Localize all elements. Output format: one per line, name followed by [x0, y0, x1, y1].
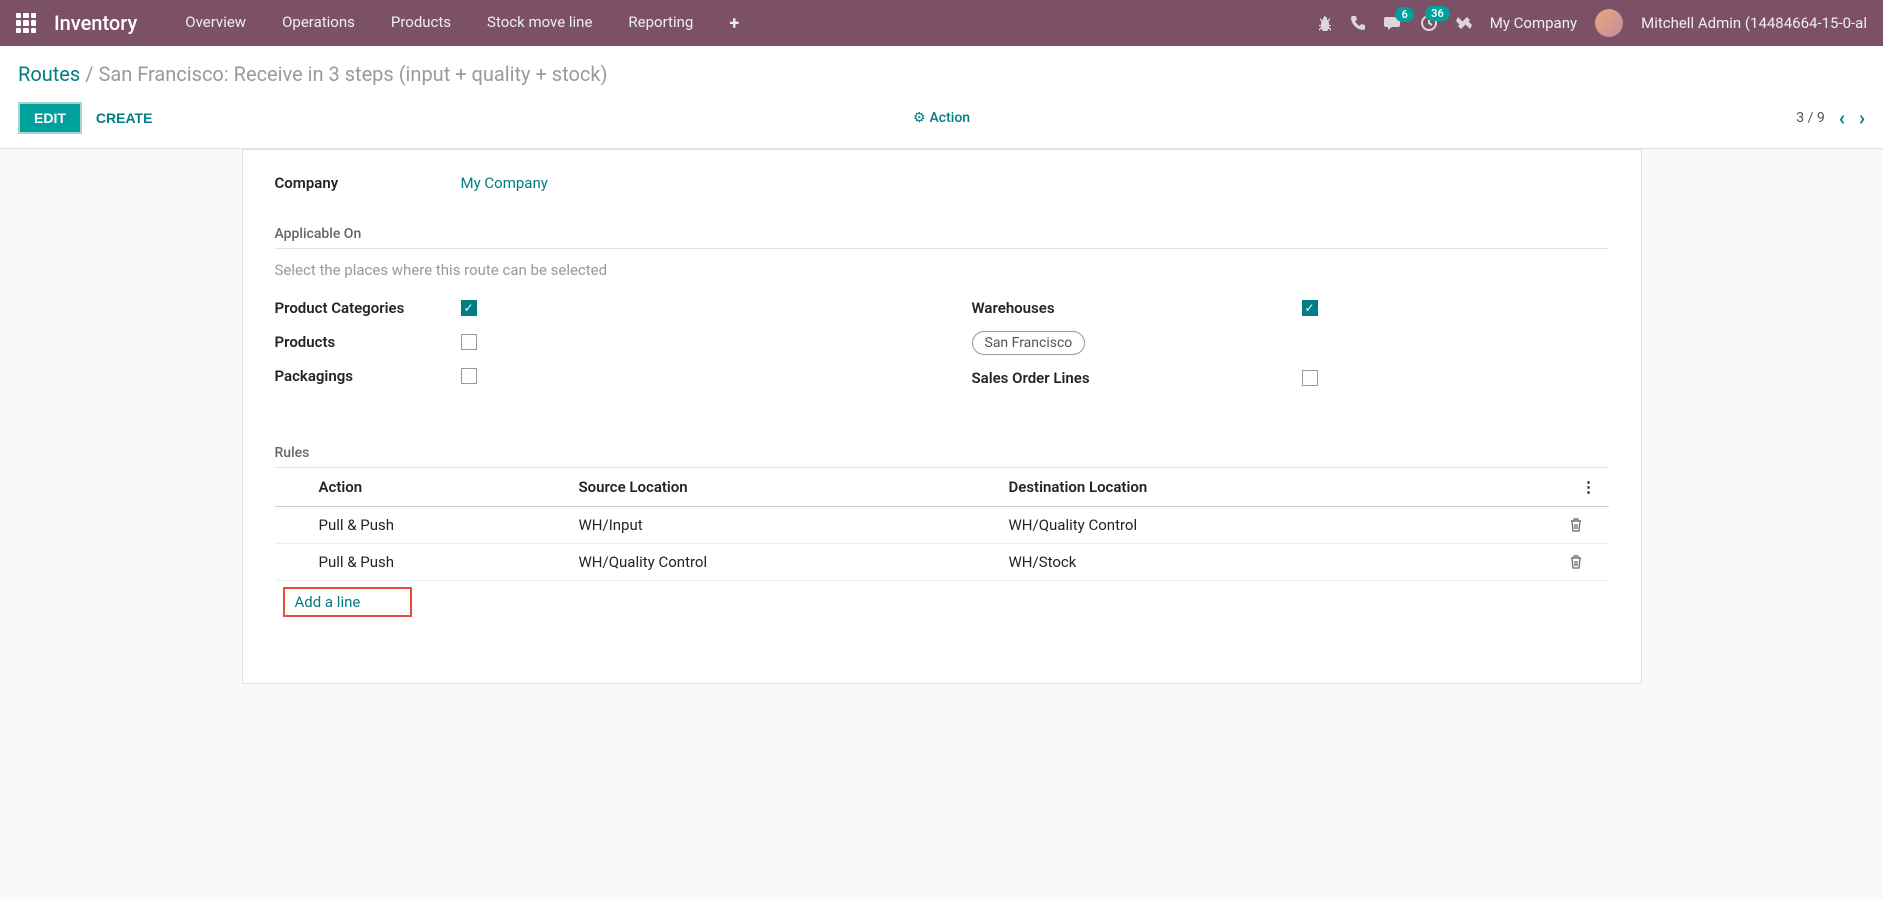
- add-line-wrap: Add a line: [275, 581, 1609, 623]
- row-delete[interactable]: [1569, 517, 1609, 533]
- breadcrumb-current: San Francisco: Receive in 3 steps (input…: [98, 62, 607, 86]
- pager-next[interactable]: ›: [1859, 106, 1865, 130]
- trash-icon: [1569, 517, 1583, 533]
- messages-badge: 6: [1395, 7, 1413, 22]
- applicable-right: Warehouses ✓ San Francisco Sales Order L…: [972, 291, 1609, 395]
- products-row: Products: [275, 325, 912, 359]
- table-row[interactable]: Pull & Push WH/Input WH/Quality Control: [275, 507, 1609, 544]
- avatar[interactable]: [1595, 9, 1623, 37]
- row-action: Pull & Push: [319, 516, 579, 534]
- rules-title: Rules: [275, 423, 1609, 468]
- bug-icon[interactable]: [1316, 15, 1332, 31]
- applicable-on-grid: Product Categories ✓ Products Packagings…: [275, 291, 1609, 395]
- action-label: Action: [930, 110, 971, 126]
- warehouses-checkbox[interactable]: ✓: [1302, 300, 1318, 316]
- row-dest: WH/Quality Control: [1009, 516, 1569, 534]
- topbar: Inventory Overview Operations Products S…: [0, 0, 1883, 46]
- form-sheet: Company My Company Applicable On Select …: [242, 149, 1642, 684]
- row-delete[interactable]: [1569, 554, 1609, 570]
- packagings-row: Packagings: [275, 359, 912, 393]
- row-source: WH/Input: [579, 516, 1009, 534]
- sales-order-lines-label: Sales Order Lines: [972, 369, 1302, 387]
- topbar-right: 6 36 My Company Mitchell Admin (14484664…: [1316, 9, 1867, 37]
- nav-products[interactable]: Products: [373, 13, 469, 34]
- rules-header-dest: Destination Location: [1009, 478, 1569, 496]
- rules-header-options[interactable]: ⋮: [1569, 478, 1609, 496]
- row-action: Pull & Push: [319, 553, 579, 571]
- applicable-on-note: Select the places where this route can b…: [275, 249, 1609, 291]
- activity-icon[interactable]: 36: [1420, 14, 1438, 32]
- warehouse-tag[interactable]: San Francisco: [972, 331, 1086, 355]
- add-line-link[interactable]: Add a line: [295, 593, 361, 611]
- gear-icon: [913, 110, 926, 126]
- table-row[interactable]: Pull & Push WH/Quality Control WH/Stock: [275, 544, 1609, 581]
- trash-icon: [1569, 554, 1583, 570]
- product-categories-checkbox[interactable]: ✓: [461, 300, 477, 316]
- products-checkbox[interactable]: [461, 334, 477, 350]
- product-categories-label: Product Categories: [275, 299, 461, 317]
- app-title[interactable]: Inventory: [54, 11, 137, 35]
- action-dropdown[interactable]: Action: [913, 110, 970, 126]
- add-line-highlight: Add a line: [283, 587, 413, 617]
- packagings-label: Packagings: [275, 367, 461, 385]
- nav-operations[interactable]: Operations: [264, 13, 373, 34]
- company-value[interactable]: My Company: [461, 174, 548, 192]
- nav-add[interactable]: +: [711, 13, 757, 34]
- rules-header-action: Action: [319, 478, 579, 496]
- company-row: Company My Company: [275, 150, 1609, 204]
- nav-items: Overview Operations Products Stock move …: [167, 13, 757, 34]
- pager: 3 / 9 ‹ ›: [1796, 106, 1865, 130]
- company-selector[interactable]: My Company: [1490, 14, 1577, 32]
- apps-icon[interactable]: [16, 13, 36, 33]
- activity-badge: 36: [1425, 6, 1450, 21]
- breadcrumb-bar: Routes / San Francisco: Receive in 3 ste…: [0, 46, 1883, 94]
- edit-button[interactable]: EDIT: [18, 102, 82, 134]
- topbar-left: Inventory Overview Operations Products S…: [16, 11, 757, 35]
- pager-count: 3 / 9: [1796, 110, 1824, 126]
- user-menu[interactable]: Mitchell Admin (14484664-15-0-al: [1641, 14, 1867, 32]
- row-source: WH/Quality Control: [579, 553, 1009, 571]
- create-button[interactable]: CREATE: [96, 110, 153, 126]
- rules-header-source: Source Location: [579, 478, 1009, 496]
- warehouses-row: Warehouses ✓: [972, 291, 1609, 325]
- rules-header: Action Source Location Destination Locat…: [275, 468, 1609, 507]
- sales-order-lines-checkbox[interactable]: [1302, 370, 1318, 386]
- pager-prev[interactable]: ‹: [1839, 106, 1845, 130]
- company-label: Company: [275, 174, 461, 192]
- warehouses-label: Warehouses: [972, 299, 1302, 317]
- breadcrumb-root[interactable]: Routes: [18, 62, 80, 86]
- breadcrumb: Routes / San Francisco: Receive in 3 ste…: [18, 62, 1865, 86]
- messages-icon[interactable]: 6: [1384, 15, 1402, 31]
- rules-table: Action Source Location Destination Locat…: [275, 468, 1609, 623]
- applicable-on-title: Applicable On: [275, 204, 1609, 249]
- nav-overview[interactable]: Overview: [167, 13, 264, 34]
- applicable-left: Product Categories ✓ Products Packagings: [275, 291, 912, 395]
- content-wrap: Company My Company Applicable On Select …: [0, 149, 1883, 684]
- nav-reporting[interactable]: Reporting: [610, 13, 711, 34]
- sales-order-lines-row: Sales Order Lines: [972, 361, 1609, 395]
- product-categories-row: Product Categories ✓: [275, 291, 912, 325]
- nav-stock-move-line[interactable]: Stock move line: [469, 13, 610, 34]
- row-dest: WH/Stock: [1009, 553, 1569, 571]
- breadcrumb-sep: /: [85, 62, 93, 86]
- phone-icon[interactable]: [1350, 15, 1366, 31]
- tools-icon[interactable]: [1456, 15, 1472, 31]
- packagings-checkbox[interactable]: [461, 368, 477, 384]
- products-label: Products: [275, 333, 461, 351]
- action-bar: EDIT CREATE Action 3 / 9 ‹ ›: [0, 94, 1883, 149]
